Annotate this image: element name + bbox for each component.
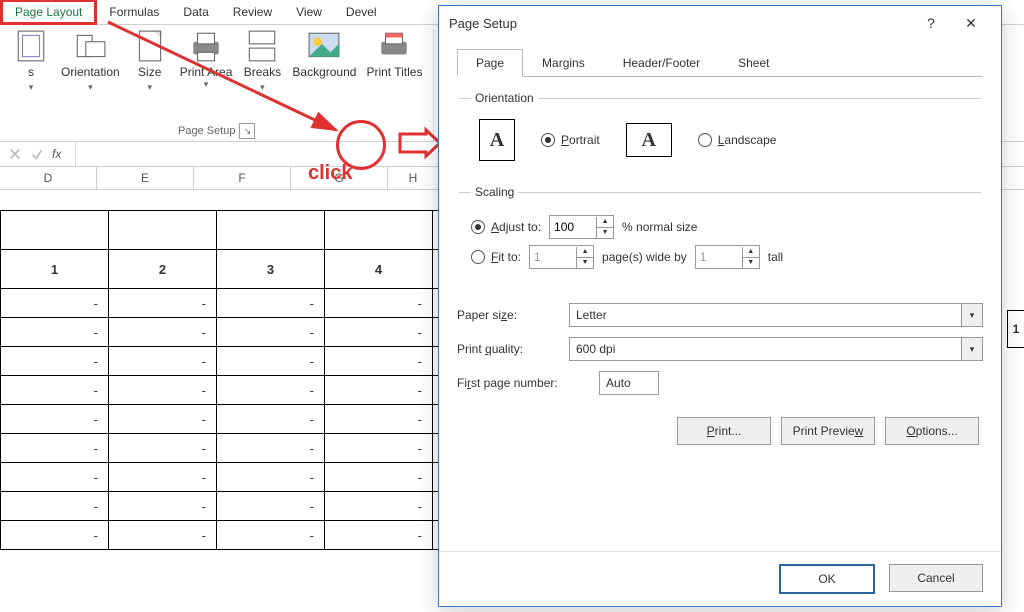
print-area-icon bbox=[189, 29, 223, 63]
print-titles-icon bbox=[377, 29, 411, 63]
print-preview-button[interactable]: Print Preview bbox=[781, 417, 875, 445]
print-quality-combo[interactable]: 600 dpi▾ bbox=[569, 337, 983, 361]
print-area-button[interactable]: Print Area▾ bbox=[175, 29, 238, 90]
tab-data[interactable]: Data bbox=[171, 2, 220, 22]
fit-tall-suffix: tall bbox=[768, 250, 783, 264]
fit-wide-spinner[interactable]: ▲▼ bbox=[529, 245, 594, 269]
landscape-radio[interactable]: Landscape bbox=[698, 133, 777, 147]
dialog-footer: OK Cancel bbox=[439, 551, 1001, 606]
size-icon bbox=[133, 29, 167, 63]
paper-size-label: Paper size: bbox=[457, 308, 557, 322]
options-button[interactable]: Options... bbox=[885, 417, 979, 445]
col-header[interactable]: D bbox=[0, 167, 97, 189]
tab-formulas[interactable]: Formulas bbox=[97, 2, 171, 22]
dialog-close-button[interactable]: ✕ bbox=[951, 15, 991, 32]
tab-review[interactable]: Review bbox=[221, 2, 284, 22]
fx-icon[interactable]: fx bbox=[52, 147, 61, 161]
ok-button[interactable]: OK bbox=[779, 564, 875, 594]
background-button[interactable]: Background bbox=[287, 29, 361, 79]
dialog-tab-sheet[interactable]: Sheet bbox=[719, 49, 788, 77]
orientation-icon bbox=[73, 29, 107, 63]
fit-wide-suffix: page(s) wide by bbox=[602, 250, 687, 264]
first-page-label: First page number: bbox=[457, 376, 587, 390]
table-header: 4 bbox=[325, 250, 433, 289]
first-page-input[interactable]: Auto bbox=[599, 371, 659, 395]
tab-page-layout[interactable]: Page Layout bbox=[0, 0, 97, 25]
print-button[interactable]: Print... bbox=[677, 417, 771, 445]
tab-view[interactable]: View bbox=[284, 2, 334, 22]
fit-tall-spinner[interactable]: ▲▼ bbox=[695, 245, 760, 269]
scaling-group: Scaling Adjust to: ▲▼ % normal size Fit … bbox=[459, 185, 981, 281]
orientation-legend: Orientation bbox=[471, 91, 538, 105]
cancel-icon[interactable] bbox=[8, 147, 22, 161]
col-header[interactable]: E bbox=[97, 167, 194, 189]
margins-icon bbox=[14, 29, 48, 63]
dialog-titlebar: Page Setup ? ✕ bbox=[439, 6, 1001, 40]
table-header: 3 bbox=[217, 250, 325, 289]
dialog-title: Page Setup bbox=[449, 16, 517, 31]
print-quality-label: Print quality: bbox=[457, 342, 557, 356]
background-icon bbox=[307, 29, 341, 63]
adjust-suffix: % normal size bbox=[622, 220, 697, 234]
portrait-icon: A bbox=[479, 119, 515, 161]
dialog-tab-margins[interactable]: Margins bbox=[523, 49, 604, 77]
cancel-button[interactable]: Cancel bbox=[889, 564, 983, 592]
group-label-page-setup: Page Setup bbox=[178, 125, 236, 137]
scaling-legend: Scaling bbox=[471, 185, 518, 199]
breaks-icon bbox=[245, 29, 279, 63]
chevron-down-icon[interactable]: ▾ bbox=[961, 304, 982, 326]
breaks-button[interactable]: Breaks▾ bbox=[237, 29, 287, 94]
table-header: 1 bbox=[1, 250, 109, 289]
tab-developer[interactable]: Devel bbox=[334, 2, 389, 22]
table-header: 2 bbox=[109, 250, 217, 289]
edge-cell: 1 bbox=[1007, 310, 1024, 348]
orientation-button[interactable]: Orientation▾ bbox=[56, 29, 125, 94]
dialog-tabs: Page Margins Header/Footer Sheet bbox=[457, 48, 983, 77]
col-header[interactable]: F bbox=[194, 167, 291, 189]
print-titles-button[interactable]: Print Titles bbox=[361, 29, 427, 79]
dialog-tab-header-footer[interactable]: Header/Footer bbox=[604, 49, 719, 77]
portrait-radio[interactable]: Portrait bbox=[541, 133, 600, 147]
fit-to-radio[interactable]: Fit to: bbox=[471, 250, 521, 264]
chevron-down-icon[interactable]: ▾ bbox=[961, 338, 982, 360]
dialog-tab-page[interactable]: Page bbox=[457, 49, 523, 77]
margins-button[interactable]: s▾ bbox=[6, 29, 56, 94]
paper-size-combo[interactable]: Letter▾ bbox=[569, 303, 983, 327]
col-header[interactable]: H bbox=[388, 167, 439, 189]
dialog-help-button[interactable]: ? bbox=[911, 15, 951, 31]
orientation-group: Orientation A Portrait A Landscape bbox=[459, 91, 981, 171]
landscape-icon: A bbox=[626, 123, 672, 157]
page-setup-dialog-launcher[interactable]: ↘ bbox=[239, 123, 255, 139]
adjust-to-spinner[interactable]: ▲▼ bbox=[549, 215, 614, 239]
enter-icon[interactable] bbox=[30, 147, 44, 161]
size-button[interactable]: Size▾ bbox=[125, 29, 175, 94]
page-setup-dialog: Page Setup ? ✕ Page Margins Header/Foote… bbox=[438, 5, 1002, 607]
annotation-click-label: click bbox=[308, 162, 352, 185]
adjust-to-radio[interactable]: Adjust to: bbox=[471, 220, 541, 234]
